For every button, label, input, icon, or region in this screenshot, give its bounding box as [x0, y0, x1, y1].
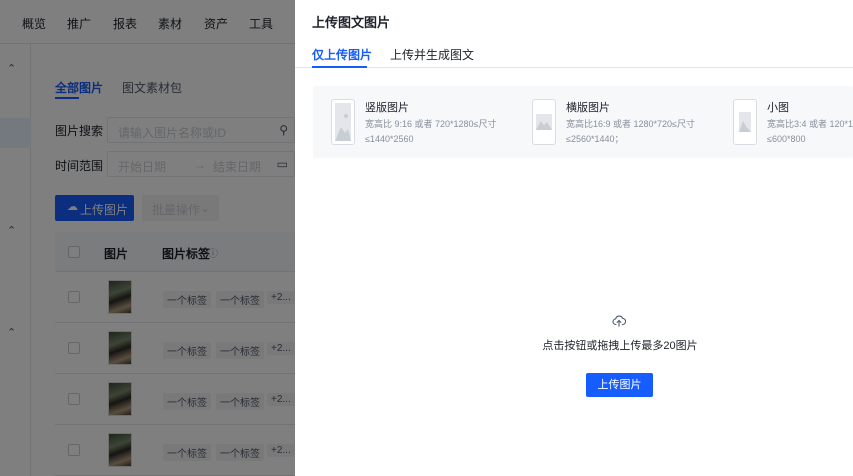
small-image-icon [733, 99, 757, 145]
upload-dropzone[interactable] [295, 300, 853, 420]
spec-title: 横版图片 [566, 102, 610, 114]
upload-image-button[interactable]: 上传图片 [586, 373, 653, 397]
upload-hint: 点击按钮或拖拽上传最多20图片 [542, 340, 698, 352]
tab-upload-and-generate[interactable]: 上传并生成图文 [390, 46, 474, 63]
spec-title: 小图 [767, 102, 789, 114]
spec-title: 竖版图片 [365, 102, 409, 114]
tab-upload-only[interactable]: 仅上传图片 [312, 46, 372, 63]
image-spec-panel: 竖版图片 宽高比 9:16 或者 720*1280≤尺寸≤1440*2560 横… [313, 86, 853, 158]
upload-drawer: 上传图文图片 仅上传图片 上传并生成图文 竖版图片 宽高比 9:16 或者 72… [295, 0, 853, 476]
drawer-title: 上传图文图片 [312, 15, 391, 30]
spec-desc: 宽高比 9:16 或者 720*1280≤尺寸≤1440*2560 [365, 119, 497, 144]
portrait-image-icon [331, 99, 355, 145]
tab-active-indicator [312, 66, 367, 68]
spec-desc: 宽高比3:4 或者 120*160≤尺寸≤600*800 [767, 119, 853, 144]
upload-mode-tabs: 仅上传图片 上传并生成图文 [295, 40, 853, 68]
landscape-image-icon [532, 99, 556, 145]
cloud-upload-icon [612, 315, 626, 327]
spec-desc: 宽高比16:9 或者 1280*720≤尺寸≤2560*1440； [566, 119, 695, 144]
